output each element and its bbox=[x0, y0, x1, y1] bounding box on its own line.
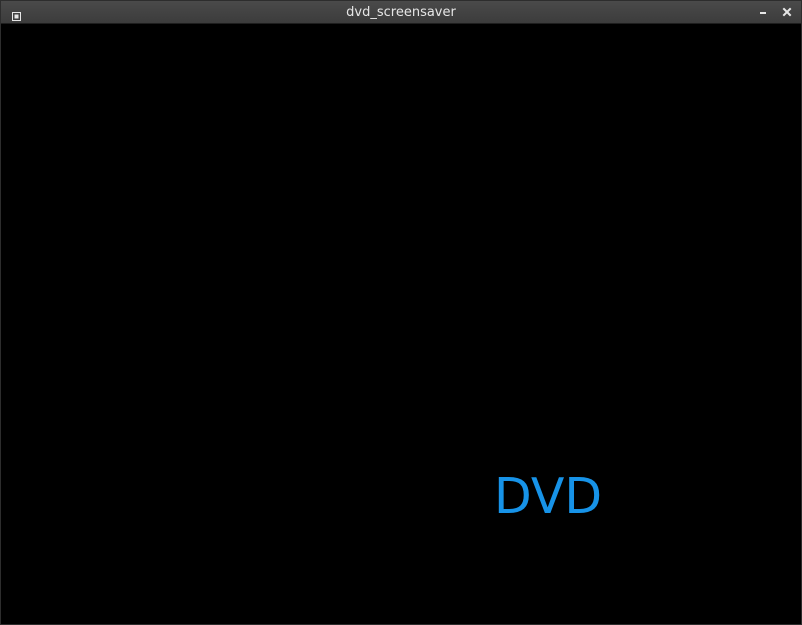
title-bar[interactable]: dvd_screensaver bbox=[1, 1, 801, 24]
dvd-logo: DVD bbox=[494, 468, 603, 525]
minimize-button[interactable] bbox=[755, 5, 771, 20]
app-window: dvd_screensaver DVD bbox=[0, 0, 802, 625]
close-icon bbox=[782, 7, 792, 17]
close-button[interactable] bbox=[779, 5, 795, 20]
window-title: dvd_screensaver bbox=[346, 5, 456, 20]
minimize-icon bbox=[760, 12, 766, 14]
screensaver-canvas: DVD bbox=[1, 24, 801, 624]
